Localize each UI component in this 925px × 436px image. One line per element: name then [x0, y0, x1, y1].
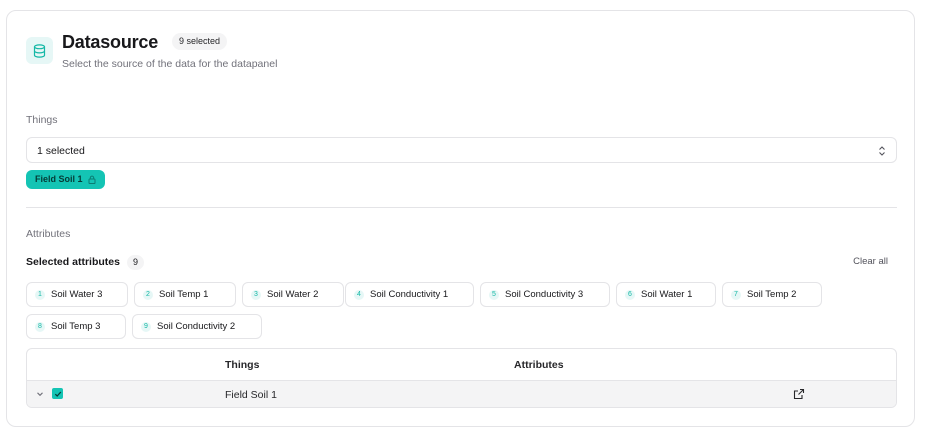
attribute-index: 4	[354, 289, 364, 300]
attribute-name: Soil Temp 2	[747, 289, 797, 300]
chevron-down-icon[interactable]	[35, 389, 45, 399]
database-icon	[26, 37, 53, 64]
selected-count-badge: 9 selected	[172, 33, 228, 50]
attribute-chip[interactable]: 5 Soil Conductivity 3	[480, 282, 610, 307]
attribute-chip[interactable]: 7 Soil Temp 2	[722, 282, 822, 307]
column-header-things: Things	[225, 359, 260, 371]
things-attributes-table: Things Attributes Field Soil 1	[26, 348, 897, 408]
attribute-name: Soil Water 1	[641, 289, 693, 300]
attribute-name: Soil Water 3	[51, 289, 103, 300]
attribute-chip[interactable]: 6 Soil Water 1	[616, 282, 716, 307]
attribute-index: 6	[625, 289, 635, 300]
attribute-index: 3	[251, 289, 261, 300]
selected-attributes-count: 9	[127, 255, 144, 270]
external-link-icon[interactable]	[793, 388, 805, 400]
attribute-chip[interactable]: 9 Soil Conductivity 2	[132, 314, 262, 339]
attribute-chip[interactable]: 4 Soil Conductivity 1	[345, 282, 474, 307]
attribute-index: 5	[489, 289, 499, 300]
attribute-index: 1	[35, 289, 45, 300]
attribute-name: Soil Water 2	[267, 289, 319, 300]
attribute-index: 2	[143, 289, 153, 300]
attribute-name: Soil Conductivity 3	[505, 289, 584, 300]
attribute-name: Soil Conductivity 1	[370, 289, 449, 300]
things-label: Things	[26, 114, 58, 126]
section-divider	[26, 207, 897, 208]
attribute-index: 9	[141, 321, 151, 332]
attribute-index: 8	[35, 321, 45, 332]
clear-all-button[interactable]: Clear all	[853, 256, 888, 267]
attribute-chip[interactable]: 3 Soil Water 2	[242, 282, 344, 307]
table-row[interactable]: Field Soil 1	[27, 380, 896, 407]
attribute-chip[interactable]: 1 Soil Water 3	[26, 282, 128, 307]
thing-chip-label: Field Soil 1	[35, 174, 83, 184]
datasource-card: Datasource 9 selected Select the source …	[6, 10, 915, 427]
page-subtitle: Select the source of the data for the da…	[62, 58, 278, 70]
chevron-up-down-icon	[879, 146, 885, 156]
checkmark-icon	[54, 391, 61, 397]
attribute-chip[interactable]: 8 Soil Temp 3	[26, 314, 126, 339]
row-thing-name: Field Soil 1	[225, 389, 277, 401]
attributes-label: Attributes	[26, 228, 71, 240]
things-select[interactable]: 1 selected	[26, 137, 897, 163]
row-checkbox[interactable]	[52, 388, 63, 399]
things-select-value: 1 selected	[37, 145, 85, 157]
attribute-name: Soil Temp 1	[159, 289, 209, 300]
attribute-name: Soil Conductivity 2	[157, 321, 236, 332]
page-title: Datasource	[62, 32, 159, 52]
selected-attributes-label: Selected attributes	[26, 256, 120, 268]
attribute-index: 7	[731, 289, 741, 300]
attribute-chip[interactable]: 2 Soil Temp 1	[134, 282, 236, 307]
attribute-name: Soil Temp 3	[51, 321, 101, 332]
thing-chip-field-soil-1[interactable]: Field Soil 1	[26, 170, 105, 189]
lock-icon	[88, 175, 96, 184]
column-header-attributes: Attributes	[514, 359, 564, 371]
